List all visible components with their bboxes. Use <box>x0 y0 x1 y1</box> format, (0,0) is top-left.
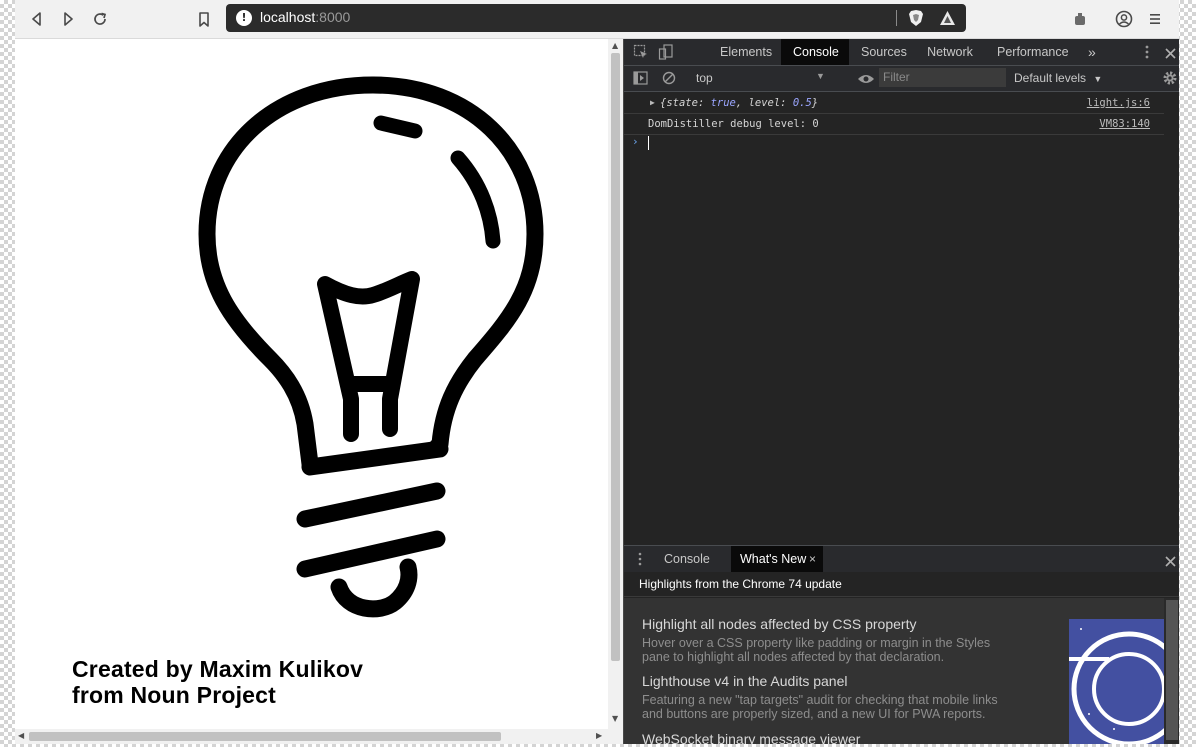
settings-gear-icon[interactable] <box>1162 70 1178 91</box>
lightbulb-icon <box>198 76 544 618</box>
scroll-right-arrow-icon[interactable]: ▶ <box>596 731 602 741</box>
item-description: Featuring a new "tap targets" audit for … <box>642 693 998 721</box>
whats-new-scroll-thumb[interactable] <box>1166 600 1178 740</box>
scroll-up-arrow-icon[interactable]: ▲ <box>612 41 618 51</box>
forward-icon[interactable] <box>56 7 80 31</box>
sidebar-toggle-icon[interactable] <box>633 71 648 90</box>
tab-sources[interactable]: Sources <box>849 39 915 65</box>
tab-performance[interactable]: Performance <box>985 39 1077 65</box>
filter-input[interactable]: Filter <box>879 68 1006 87</box>
browser-window: ! localhost:8000 Created by Maxim Kuliko… <box>15 0 1179 744</box>
browser-toolbar: ! localhost:8000 <box>15 0 1179 39</box>
clear-console-icon[interactable] <box>662 71 676 90</box>
whats-new-item[interactable]: Lighthouse v4 in the Audits panel Featur… <box>642 673 1042 721</box>
tab-network[interactable]: Network <box>915 39 985 65</box>
attribution-text: Created by Maxim Kulikov from Noun Proje… <box>72 656 363 708</box>
whats-new-scrollbar[interactable] <box>1164 598 1179 744</box>
devtools-tabbar: Elements Console Sources Network Perform… <box>624 39 1179 66</box>
whats-new-content: Highlight all nodes affected by CSS prop… <box>624 598 1179 744</box>
back-icon[interactable] <box>25 7 49 31</box>
attribution-line-1: Created by Maxim Kulikov <box>72 656 364 682</box>
brave-shield-icon[interactable] <box>908 9 924 31</box>
more-vert-icon[interactable] <box>1144 44 1150 65</box>
source-link[interactable]: light.js:6 <box>1087 93 1150 113</box>
item-title: WebSocket binary message viewer <box>642 731 861 744</box>
item-title: Highlight all nodes affected by CSS prop… <box>642 616 917 632</box>
drawer-tab-label: What's New <box>740 552 807 566</box>
web-page: Created by Maxim Kulikov from Noun Proje… <box>15 39 623 729</box>
chevron-down-icon: ▼ <box>816 71 825 81</box>
console-message[interactable]: DomDistiller debug level: 0 VM83:140 <box>624 114 1164 135</box>
tab-elements[interactable]: Elements <box>708 39 782 65</box>
item-title: Lighthouse v4 in the Audits panel <box>642 673 848 689</box>
horizontal-scroll-thumb[interactable] <box>29 732 501 741</box>
device-toggle-icon[interactable] <box>658 44 674 65</box>
console-prompt-icon: › <box>632 135 639 148</box>
log-levels-dropdown[interactable]: Default levels ▼ <box>1014 71 1102 85</box>
url-port: :8000 <box>315 9 351 25</box>
source-link[interactable]: VM83:140 <box>1099 114 1150 134</box>
reload-icon[interactable] <box>88 7 112 31</box>
context-label: top <box>696 71 713 85</box>
more-tabs-button[interactable]: » <box>1076 39 1106 65</box>
console-message[interactable]: ▶ {state: true, level: 0.5} light.js:6 <box>624 93 1164 114</box>
vertical-scroll-thumb[interactable] <box>611 53 620 661</box>
devtools-panel: Elements Console Sources Network Perform… <box>623 39 1179 744</box>
attribution-line-2: from Noun Project <box>72 682 277 708</box>
menu-icon[interactable] <box>1143 7 1167 31</box>
page-vertical-scrollbar[interactable]: ▲ ▼ <box>608 39 623 729</box>
drawer-close-icon[interactable] <box>1165 554 1176 572</box>
info-icon[interactable]: ! <box>236 10 252 26</box>
inspect-element-icon[interactable] <box>633 44 649 65</box>
levels-chevron-icon: ▼ <box>1093 74 1103 84</box>
scroll-down-arrow-icon[interactable]: ▼ <box>612 714 618 724</box>
context-selector[interactable]: top ▼ <box>696 71 825 85</box>
tab-close-icon[interactable]: × <box>809 546 816 572</box>
item-description: Hover over a CSS property like padding o… <box>642 636 991 664</box>
whats-new-header: Highlights from the Chrome 74 update <box>624 572 1179 597</box>
drawer-tab-whats-new[interactable]: What's New × <box>731 546 823 572</box>
console-filter-bar: top ▼ Filter Default levels ▼ <box>624 66 1179 92</box>
whats-new-thumbnail <box>1069 619 1164 744</box>
extension-icon[interactable] <box>1068 7 1092 31</box>
url-host: localhost <box>260 9 316 25</box>
log-levels-label: Default levels <box>1014 71 1087 85</box>
bookmark-icon[interactable] <box>192 7 216 31</box>
whats-new-item[interactable]: WebSocket binary message viewer <box>642 731 1042 744</box>
brave-rewards-icon[interactable] <box>939 10 956 30</box>
close-icon[interactable] <box>1165 46 1176 64</box>
console-output: ▶ {state: true, level: 0.5} light.js:6 D… <box>624 92 1179 544</box>
drawer-tab-console[interactable]: Console <box>652 546 718 572</box>
drawer-tabbar: Console What's New × <box>624 545 1179 573</box>
object-preview: {state: true, level: 0.5} <box>660 97 819 109</box>
eye-icon[interactable] <box>857 72 875 90</box>
page-horizontal-scrollbar[interactable]: ◀ ▶ <box>15 729 623 744</box>
message-text: DomDistiller debug level: 0 <box>648 118 819 130</box>
url-text: localhost:8000 <box>260 9 350 25</box>
address-bar-divider <box>896 10 897 26</box>
scroll-left-arrow-icon[interactable]: ◀ <box>18 731 24 741</box>
whats-new-item[interactable]: Highlight all nodes affected by CSS prop… <box>642 616 1042 664</box>
tab-console[interactable]: Console <box>781 39 849 65</box>
drawer-menu-icon[interactable] <box>638 552 642 571</box>
expand-triangle-icon[interactable]: ▶ <box>650 93 655 113</box>
profile-icon[interactable] <box>1112 7 1136 31</box>
address-bar[interactable]: ! localhost:8000 <box>226 4 966 32</box>
console-input[interactable] <box>648 136 649 150</box>
